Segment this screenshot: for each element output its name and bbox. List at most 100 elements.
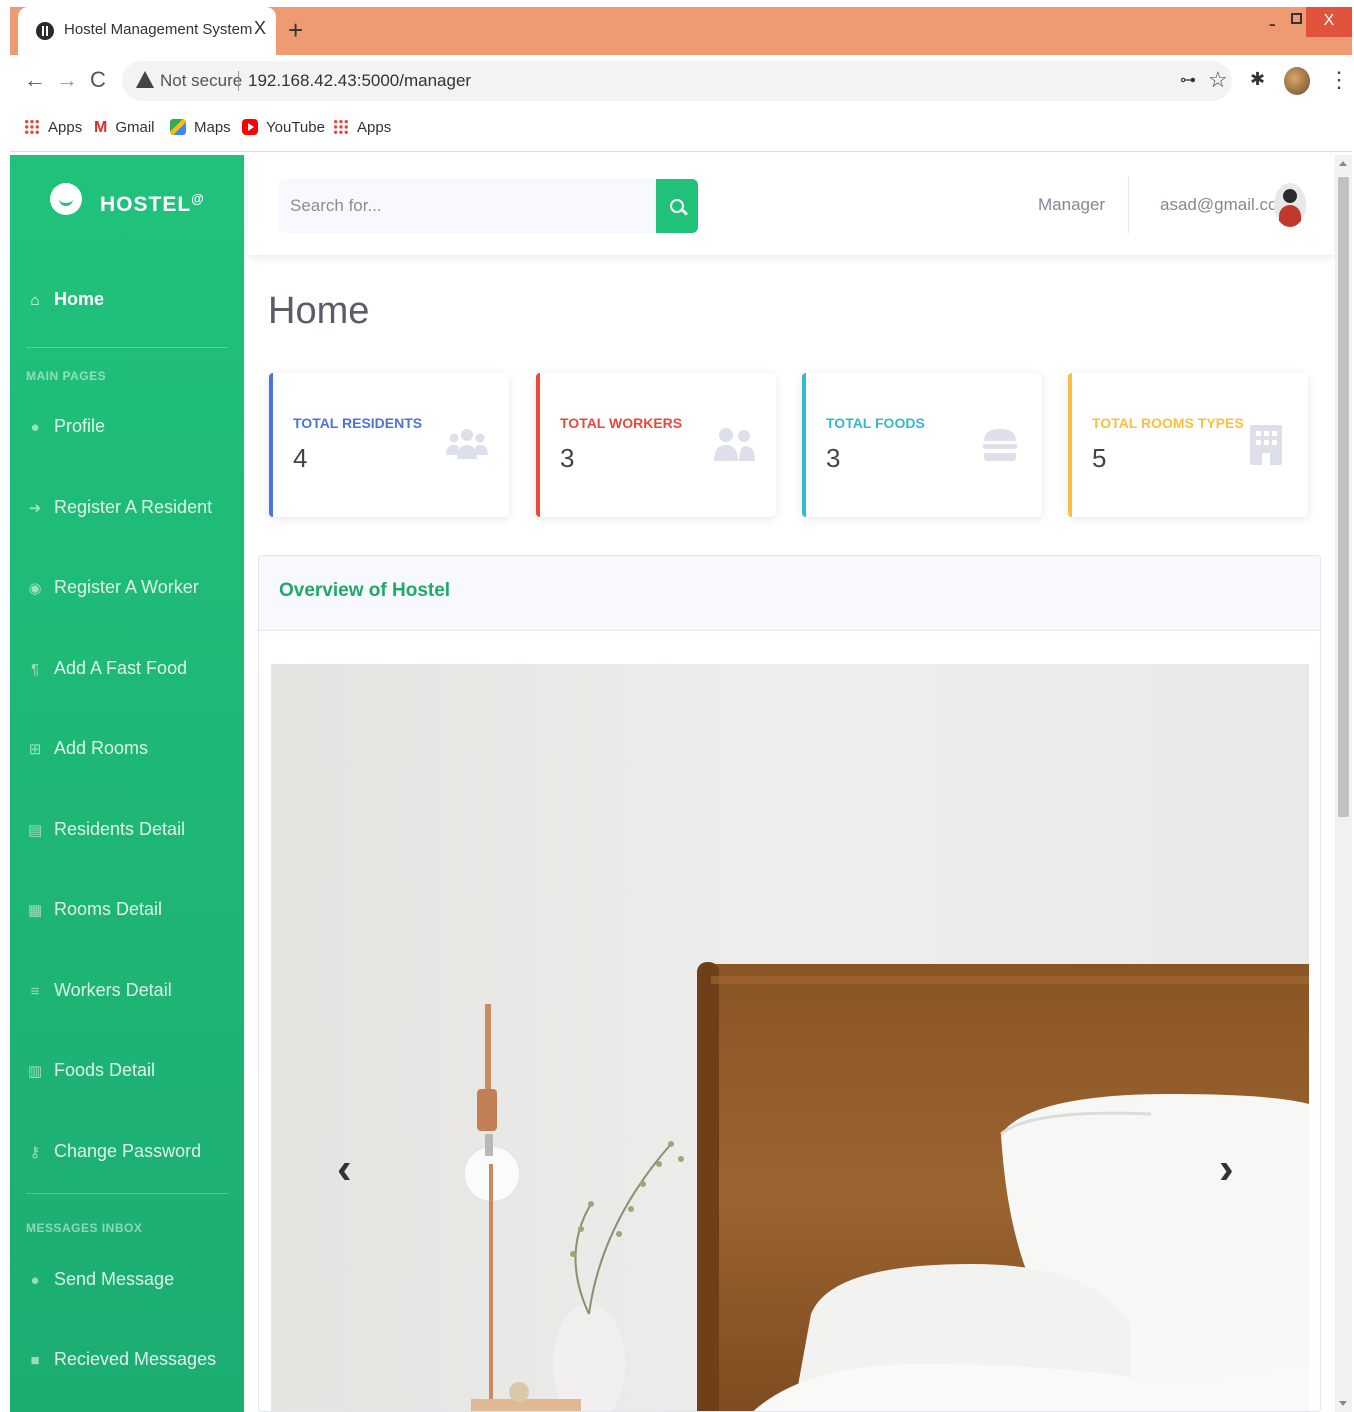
sidebar: HOSTEL@ ⌂ Home MAIN PAGES ● Profile ➜ Regis… bbox=[10, 155, 244, 1412]
table-icon: ▥ bbox=[28, 1063, 43, 1080]
profile-avatar-icon[interactable] bbox=[1284, 67, 1310, 95]
card-label: TOTAL ROOMS TYPES bbox=[1092, 415, 1244, 431]
card-value: 3 bbox=[560, 443, 575, 473]
sidebar-item-residents-detail[interactable]: ▤ Residents Detail bbox=[28, 819, 185, 840]
browser-tab[interactable]: Hostel Management System X bbox=[18, 7, 276, 55]
page-title: Home bbox=[268, 290, 370, 332]
site-favicon-icon bbox=[36, 22, 54, 40]
tab-title: Hostel Management System bbox=[64, 21, 253, 38]
calendar-icon: ▦ bbox=[28, 902, 43, 919]
card-accent bbox=[536, 373, 540, 517]
overview-panel: Overview of Hostel ‹ › bbox=[258, 555, 1321, 1412]
sidebar-item-foods-detail[interactable]: ▥ Foods Detail bbox=[28, 1060, 155, 1081]
bookmark-youtube[interactable]: YouTube bbox=[242, 119, 325, 136]
url-text[interactable]: 192.168.42.43:5000/manager bbox=[248, 71, 471, 91]
comment-icon: ● bbox=[30, 1272, 40, 1289]
key-icon: ⚷ bbox=[29, 1144, 41, 1161]
page-scrollbar[interactable] bbox=[1335, 155, 1352, 1412]
card-total-foods: TOTAL FOODS 3 bbox=[802, 373, 1042, 517]
bookmark-apps[interactable]: Apps bbox=[24, 119, 82, 136]
user-friends-icon bbox=[714, 428, 755, 461]
bedroom-photo bbox=[271, 664, 1309, 1411]
card-label: TOTAL RESIDENTS bbox=[293, 415, 423, 431]
sidebar-item-received-messages[interactable]: ■ Recieved Messages bbox=[28, 1349, 216, 1370]
card-value: 5 bbox=[1092, 443, 1107, 473]
address-bar[interactable]: Not secure 192.168.42.43:5000/manager ⊶ … bbox=[122, 61, 1232, 101]
sidebar-item-workers-detail[interactable]: ≡ Workers Detail bbox=[28, 980, 172, 1001]
user-icon: ● bbox=[30, 419, 40, 436]
search-input[interactable] bbox=[278, 179, 656, 233]
id-badge-icon: ◉ bbox=[28, 580, 42, 597]
sign-in-icon: ➜ bbox=[28, 500, 42, 517]
topbar: Manager asad@gmail.com bbox=[248, 155, 1334, 255]
sidebar-item-register-resident[interactable]: ➜ Register A Resident bbox=[28, 497, 212, 518]
card-total-room-types: TOTAL ROOMS TYPES 5 bbox=[1068, 373, 1308, 517]
bookmarks-bar: Apps M Gmail Maps YouTube Apps bbox=[10, 107, 1352, 152]
scroll-up-arrow-icon[interactable] bbox=[1339, 161, 1347, 166]
sidebar-item-profile[interactable]: ● Profile bbox=[28, 416, 105, 437]
scroll-down-arrow-icon[interactable] bbox=[1339, 1401, 1347, 1406]
user-avatar[interactable] bbox=[1274, 183, 1306, 227]
carousel-next-button[interactable]: › bbox=[1219, 1144, 1234, 1194]
id-card-icon: ▤ bbox=[28, 822, 43, 839]
sidebar-item-register-worker[interactable]: ◉ Register A Worker bbox=[28, 577, 198, 598]
search-icon-handle bbox=[681, 209, 689, 216]
sidebar-item-home[interactable]: ⌂ Home bbox=[28, 289, 104, 310]
sidebar-divider bbox=[26, 1193, 228, 1194]
card-value: 3 bbox=[826, 443, 841, 473]
bookmark-gmail[interactable]: M Gmail bbox=[94, 119, 155, 137]
youtube-icon bbox=[242, 119, 258, 135]
back-arrow-icon[interactable]: ← bbox=[24, 67, 46, 93]
bookmark-star-icon[interactable]: ☆ bbox=[1208, 67, 1228, 93]
brand-name[interactable]: HOSTEL@ bbox=[100, 191, 205, 217]
sidebar-item-add-rooms[interactable]: ⊞ Add Rooms bbox=[28, 738, 148, 759]
extensions-puzzle-icon[interactable]: ✱ bbox=[1250, 69, 1265, 90]
omnibox-divider bbox=[238, 71, 239, 91]
sidebar-item-rooms-detail[interactable]: ▦ Rooms Detail bbox=[28, 899, 162, 920]
password-key-icon[interactable]: ⊶ bbox=[1180, 70, 1196, 90]
card-accent bbox=[269, 373, 273, 517]
card-accent bbox=[1068, 373, 1072, 517]
reload-icon[interactable]: C bbox=[90, 67, 106, 93]
scroll-thumb[interactable] bbox=[1338, 177, 1349, 817]
inbox-icon: ■ bbox=[30, 1352, 40, 1369]
overview-title: Overview of Hostel bbox=[279, 580, 451, 601]
sidebar-item-send-message[interactable]: ● Send Message bbox=[28, 1269, 174, 1290]
forward-arrow-icon[interactable]: → bbox=[56, 67, 78, 93]
window-close-button[interactable]: X bbox=[1306, 7, 1352, 37]
browser-menu-icon[interactable]: ⋮ bbox=[1328, 67, 1350, 93]
plus-square-icon: ⊞ bbox=[28, 741, 42, 758]
user-email[interactable]: asad@gmail.com bbox=[1160, 195, 1292, 215]
card-total-workers: TOTAL WORKERS 3 bbox=[536, 373, 776, 517]
bookmark-apps-2[interactable]: Apps bbox=[333, 119, 391, 136]
tab-close-icon[interactable]: X bbox=[254, 18, 266, 39]
card-accent bbox=[802, 373, 806, 517]
new-tab-button[interactable]: + bbox=[288, 15, 303, 46]
sidebar-divider bbox=[26, 347, 228, 348]
card-value: 4 bbox=[293, 443, 308, 473]
hostel-image-carousel[interactable]: ‹ › bbox=[271, 664, 1309, 1411]
topbar-divider bbox=[1128, 177, 1129, 233]
list-icon: ≡ bbox=[30, 983, 40, 1000]
browser-toolbar: ← → C Not secure 192.168.42.43:5000/mana… bbox=[10, 55, 1352, 107]
sidebar-item-add-fast-food[interactable]: ¶ Add A Fast Food bbox=[28, 658, 187, 679]
window-minimize-button[interactable]: - bbox=[1269, 11, 1276, 37]
building-icon bbox=[1250, 425, 1282, 465]
maps-icon bbox=[170, 119, 186, 135]
not-secure-label[interactable]: Not secure bbox=[160, 71, 242, 91]
bookmark-maps[interactable]: Maps bbox=[170, 119, 231, 136]
gmail-icon: M bbox=[94, 119, 108, 136]
browser-tab-strip: Hostel Management System X + - X bbox=[10, 7, 1352, 55]
users-icon bbox=[446, 429, 488, 459]
home-icon: ⌂ bbox=[30, 292, 40, 309]
search-button[interactable] bbox=[656, 179, 698, 233]
card-label: TOTAL WORKERS bbox=[560, 415, 683, 431]
sidebar-heading-main: MAIN PAGES bbox=[26, 369, 107, 383]
hostel-logo-icon[interactable] bbox=[50, 183, 82, 215]
card-label: TOTAL FOODS bbox=[826, 415, 925, 431]
role-label[interactable]: Manager bbox=[1038, 195, 1105, 215]
apps-grid-icon bbox=[24, 119, 40, 135]
window-maximize-button[interactable] bbox=[1291, 13, 1302, 24]
carousel-prev-button[interactable]: ‹ bbox=[337, 1144, 352, 1194]
sidebar-item-change-password[interactable]: ⚷ Change Password bbox=[28, 1141, 202, 1162]
